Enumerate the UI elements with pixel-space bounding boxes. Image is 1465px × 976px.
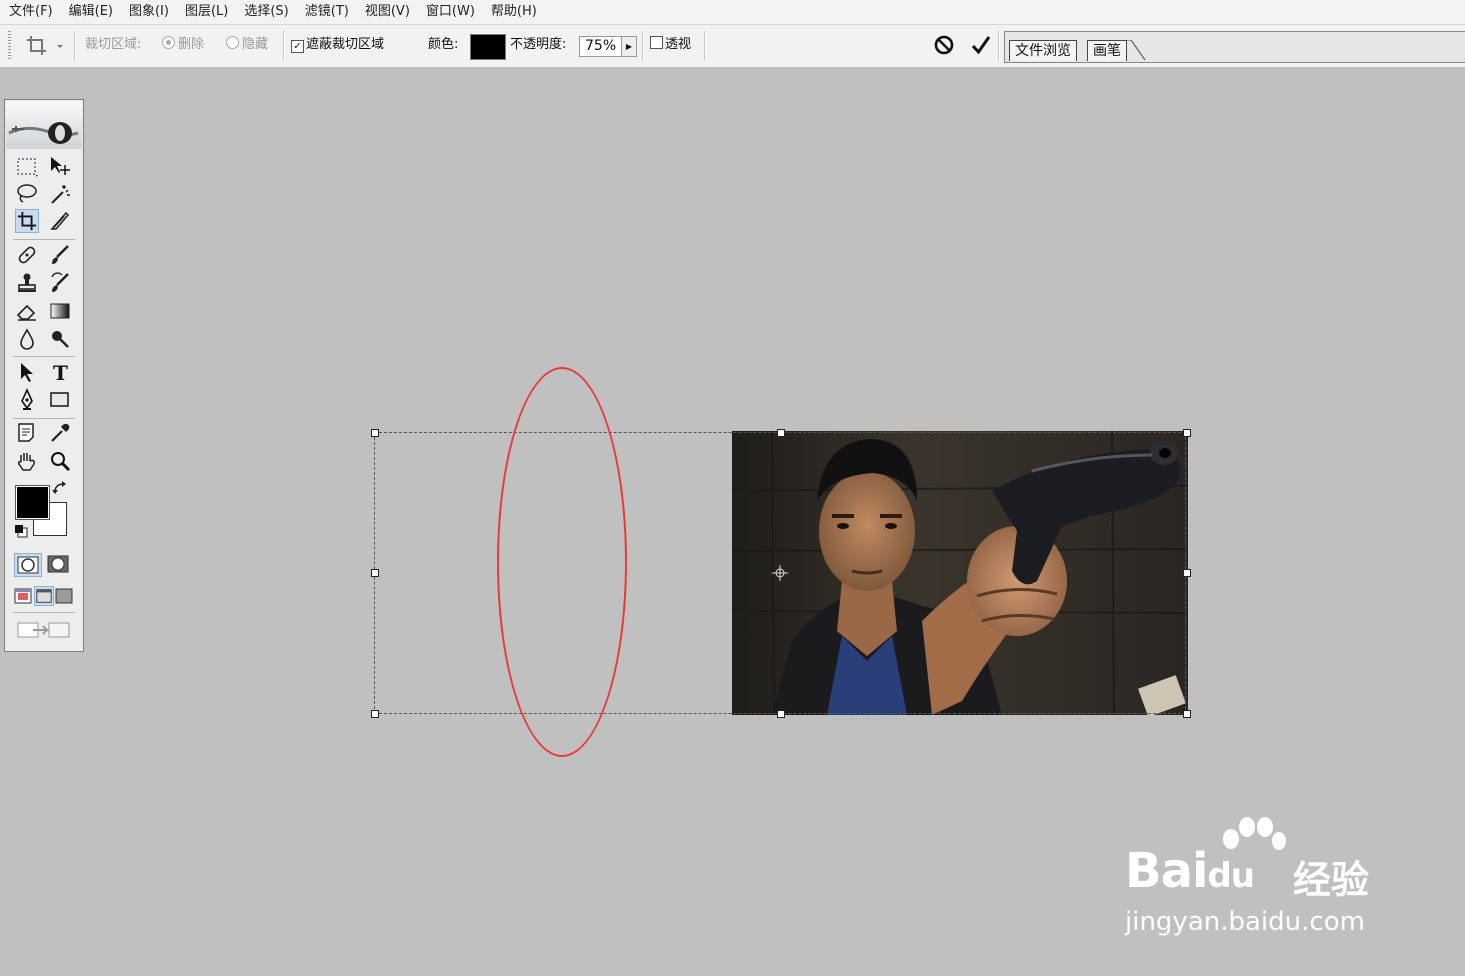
- menu-bar: 文件(F) 编辑(E) 图象(I) 图层(L) 选择(S) 滤镜(T) 视图(V…: [0, 0, 1465, 25]
- cancel-crop-button[interactable]: [933, 34, 955, 56]
- separator: [704, 31, 706, 61]
- tab-file-browser[interactable]: 文件浏览: [1009, 40, 1077, 61]
- watermark-brand: Baidu: [1125, 843, 1255, 899]
- menu-file[interactable]: 文件(F): [0, 0, 61, 24]
- crop-tool-preset-icon[interactable]: [26, 34, 66, 62]
- crop-handle-bottom-right[interactable]: [1183, 710, 1191, 718]
- baidu-watermark: Baidu 经验 jingyan.baidu.com: [1125, 815, 1395, 945]
- palette-well: 文件浏览 画笔: [1004, 31, 1465, 63]
- perspective-option[interactable]: 透视: [650, 36, 691, 54]
- perspective-label: 透视: [665, 37, 692, 52]
- red-highlight-ellipse: [497, 367, 627, 757]
- shield-label: 遮蔽裁切区域: [306, 37, 385, 52]
- watermark-url: jingyan.baidu.com: [1125, 907, 1365, 937]
- crop-handle-top-right[interactable]: [1183, 429, 1191, 437]
- tab-brushes[interactable]: 画笔: [1087, 40, 1127, 61]
- crop-handle-left[interactable]: [371, 569, 379, 577]
- crop-marquee[interactable]: [374, 432, 1186, 714]
- opacity-field[interactable]: 75% ▶: [579, 36, 637, 57]
- opacity-arrow-icon[interactable]: ▶: [621, 37, 636, 56]
- menu-view[interactable]: 视图(V): [357, 0, 418, 24]
- delete-option[interactable]: 删除: [162, 36, 204, 54]
- menu-edit[interactable]: 编辑(E): [61, 0, 121, 24]
- delete-radio[interactable]: [162, 36, 175, 49]
- options-bar-grip[interactable]: [8, 31, 11, 61]
- watermark-cn: 经验: [1293, 858, 1370, 902]
- tab-slant-icon: [1123, 40, 1146, 61]
- separator: [74, 31, 76, 61]
- crop-area-label: 裁切区域:: [85, 37, 142, 52]
- hide-label: 隐藏: [242, 37, 269, 52]
- menu-select[interactable]: 选择(S): [236, 0, 296, 24]
- separator: [998, 31, 1000, 61]
- hide-option[interactable]: 隐藏: [226, 36, 268, 54]
- watermark-brand-du: du: [1207, 856, 1255, 896]
- menu-image[interactable]: 图象(I): [121, 0, 177, 24]
- menu-window[interactable]: 窗口(W): [418, 0, 483, 24]
- hide-radio[interactable]: [226, 36, 239, 49]
- delete-label: 删除: [178, 37, 205, 52]
- crop-handle-bottom[interactable]: [777, 710, 785, 718]
- crop-handle-bottom-left[interactable]: [371, 710, 379, 718]
- commit-crop-button[interactable]: [970, 33, 992, 57]
- shield-color-swatch[interactable]: [470, 34, 506, 60]
- cancel-icon: [934, 35, 954, 55]
- crop-handle-right[interactable]: [1183, 569, 1191, 577]
- opacity-label: 不透明度:: [510, 37, 567, 52]
- menu-help[interactable]: 帮助(H): [483, 0, 545, 24]
- separator: [283, 31, 285, 61]
- opacity-value: 75%: [585, 38, 617, 54]
- perspective-checkbox[interactable]: [650, 36, 663, 49]
- menu-layer[interactable]: 图层(L): [177, 0, 236, 24]
- watermark-brand-bai: Bai: [1125, 843, 1208, 899]
- separator: [642, 31, 644, 61]
- color-label: 颜色:: [428, 37, 459, 52]
- crop-handle-top[interactable]: [777, 429, 785, 437]
- checkmark-icon: [971, 36, 991, 55]
- menu-filter[interactable]: 滤镜(T): [297, 0, 357, 24]
- crop-handle-top-left[interactable]: [371, 429, 379, 437]
- shield-checkbox[interactable]: ✓: [291, 40, 304, 53]
- shield-option[interactable]: ✓ 遮蔽裁切区域: [291, 36, 384, 54]
